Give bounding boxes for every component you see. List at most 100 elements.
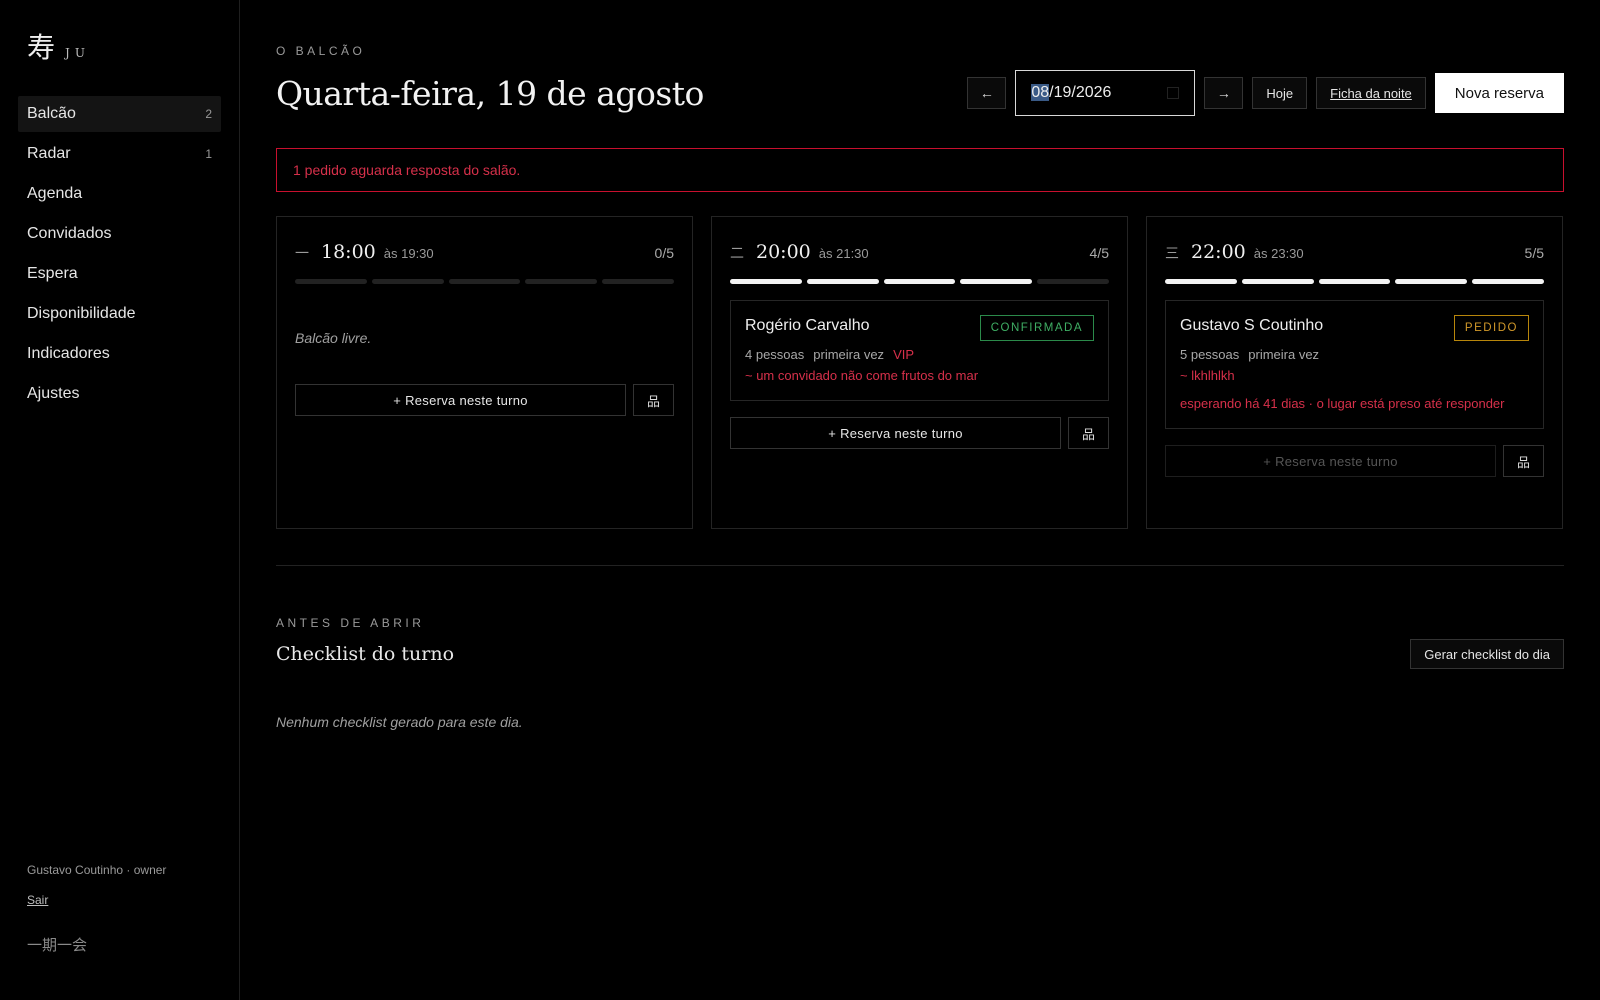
new-reservation-button[interactable]: Nova reserva <box>1434 73 1564 113</box>
night-sheet-label: Ficha da noite <box>1330 85 1412 101</box>
capacity-segment <box>525 279 598 284</box>
reservation-header: Rogério Carvalho CONFIRMADA <box>745 315 1094 341</box>
shift-capacity: 4/5 <box>1089 245 1109 261</box>
logout-link[interactable]: Sair <box>27 893 48 907</box>
checklist-empty-text: Nenhum checklist gerado para este dia. <box>276 714 523 730</box>
add-reservation-button[interactable]: + Reserva neste turno <box>1165 445 1497 477</box>
checklist-overline: ANTES DE ABRIR <box>276 616 425 630</box>
shift-actions: + Reserva neste turno 品 <box>1165 445 1544 477</box>
shift-end-time: às 19:30 <box>383 246 434 261</box>
capacity-segment <box>295 279 367 284</box>
visit-type: primeira vez <box>1248 347 1320 362</box>
brand-text: JU <box>65 46 90 60</box>
shift-time-group: 三 22:00 às 23:30 <box>1165 241 1304 263</box>
capacity-segment <box>1472 279 1544 284</box>
shift-header: 三 22:00 às 23:30 5/5 <box>1165 241 1544 271</box>
add-reservation-button[interactable]: + Reserva neste turno <box>295 384 627 416</box>
shift-time-group: 二 20:00 às 21:30 <box>730 241 869 263</box>
sidebar-item-ajustes[interactable]: Ajustes <box>18 376 221 412</box>
party-size: 4 pessoas <box>745 347 805 362</box>
sidebar-nav: Balcão 2 Radar 1 Agenda Convidados Esper… <box>18 96 221 412</box>
add-reservation-button[interactable]: + Reserva neste turno <box>730 417 1062 449</box>
date-value: 08/19/2026 <box>1031 84 1111 102</box>
status-badge: CONFIRMADA <box>979 315 1094 341</box>
reservation-note: ~ lkhlhlkh <box>1180 368 1235 383</box>
reservation-meta: 4 pessoas primeira vez VIP <box>745 347 1094 362</box>
capacity-segment <box>806 279 879 284</box>
reservation-meta: 5 pessoas primeira vez <box>1180 347 1529 362</box>
sidebar-item-radar[interactable]: Radar 1 <box>18 136 221 172</box>
current-user: Gustavo Coutinho · owner <box>27 863 167 877</box>
main-content: O BALCÃO Quarta-feira, 19 de agosto ← 08… <box>240 0 1600 1000</box>
arrow-left-icon: ← <box>979 85 994 101</box>
sidebar-item-convidados[interactable]: Convidados <box>18 216 221 252</box>
status-badge: PEDIDO <box>1453 315 1529 341</box>
shift-actions: + Reserva neste turno 品 <box>295 384 674 416</box>
sidebar-item-label: Espera <box>27 265 78 282</box>
capacity-segment <box>883 279 956 284</box>
capacity-bars <box>730 279 1109 284</box>
shift-time: 22:00 <box>1191 241 1246 263</box>
shift-number: 二 <box>730 246 744 262</box>
shift-actions: + Reserva neste turno 品 <box>730 417 1109 449</box>
shift-end-time: às 21:30 <box>818 246 869 261</box>
reservation-header: Gustavo S Coutinho PEDIDO <box>1180 315 1529 341</box>
capacity-segment <box>448 279 521 284</box>
seating-map-icon[interactable]: 品 <box>1068 417 1109 449</box>
sidebar-item-label: Radar <box>27 145 71 162</box>
sidebar-item-label: Agenda <box>27 185 83 202</box>
capacity-segment <box>960 279 1033 284</box>
sidebar-item-disponibilidade[interactable]: Disponibilidade <box>18 296 221 332</box>
shift-card-2: 二 20:00 às 21:30 4/5 Rogério Carvalho CO… <box>711 216 1128 529</box>
date-month-segment: 08 <box>1031 84 1050 101</box>
vip-tag: VIP <box>893 347 915 362</box>
sidebar-item-espera[interactable]: Espera <box>18 256 221 292</box>
app-root: 寿 JU Balcão 2 Radar 1 Agenda Convidados … <box>0 0 1600 1000</box>
shift-time: 18:00 <box>321 241 376 263</box>
brand-logo[interactable]: 寿 JU <box>18 26 221 66</box>
shift-capacity: 0/5 <box>654 245 674 261</box>
page-overline: O BALCÃO <box>276 44 366 58</box>
capacity-bars <box>1165 279 1544 284</box>
capacity-bars <box>295 279 674 284</box>
generate-checklist-button[interactable]: Gerar checklist do dia <box>1410 639 1564 669</box>
reservation-card[interactable]: Gustavo S Coutinho PEDIDO 5 pessoas prim… <box>1165 300 1544 429</box>
page-header: Quarta-feira, 19 de agosto ← 08/19/2026 … <box>276 70 1564 116</box>
shift-card-3: 三 22:00 às 23:30 5/5 Gustavo S Coutinho … <box>1146 216 1563 529</box>
night-sheet-button[interactable]: Ficha da noite <box>1316 77 1426 109</box>
capacity-segment <box>371 279 444 284</box>
reservation-card[interactable]: Rogério Carvalho CONFIRMADA 4 pessoas pr… <box>730 300 1109 401</box>
shift-end-time: às 23:30 <box>1253 246 1304 261</box>
capacity-segment <box>1241 279 1314 284</box>
prev-day-button[interactable]: ← <box>967 77 1007 109</box>
party-size: 5 pessoas <box>1180 347 1240 362</box>
motto: 一期一会 <box>27 936 88 954</box>
page-title: Quarta-feira, 19 de agosto <box>276 73 704 113</box>
calendar-icon[interactable] <box>1167 87 1180 99</box>
seating-map-icon[interactable]: 品 <box>1503 445 1544 477</box>
checklist-title: Checklist do turno <box>276 643 455 665</box>
today-button[interactable]: Hoje <box>1252 77 1308 109</box>
sidebar-item-agenda[interactable]: Agenda <box>18 176 221 212</box>
sidebar-item-count: 1 <box>205 147 212 161</box>
waiting-notice: esperando há 41 dias · o lugar está pres… <box>1180 396 1505 411</box>
capacity-segment <box>730 279 802 284</box>
visit-type: primeira vez <box>813 347 885 362</box>
arrow-right-icon: → <box>1216 85 1231 101</box>
sidebar: 寿 JU Balcão 2 Radar 1 Agenda Convidados … <box>0 0 240 1000</box>
brand-glyph: 寿 <box>27 31 56 64</box>
capacity-segment <box>1318 279 1391 284</box>
date-input[interactable]: 08/19/2026 <box>1015 70 1196 116</box>
shift-number: 一 <box>295 246 309 262</box>
next-day-button[interactable]: → <box>1204 77 1244 109</box>
sidebar-item-indicadores[interactable]: Indicadores <box>18 336 221 372</box>
pending-alert[interactable]: 1 pedido aguarda resposta do salão. <box>276 148 1564 192</box>
sidebar-item-count: 2 <box>205 107 212 121</box>
guest-name: Gustavo S Coutinho <box>1180 317 1324 334</box>
date-rest-segment: /19/2026 <box>1049 84 1112 101</box>
sidebar-item-balcao[interactable]: Balcão 2 <box>18 96 221 132</box>
shift-time: 20:00 <box>756 241 811 263</box>
seating-map-icon[interactable]: 品 <box>633 384 674 416</box>
sidebar-item-label: Convidados <box>27 225 112 242</box>
guest-name: Rogério Carvalho <box>745 317 870 334</box>
